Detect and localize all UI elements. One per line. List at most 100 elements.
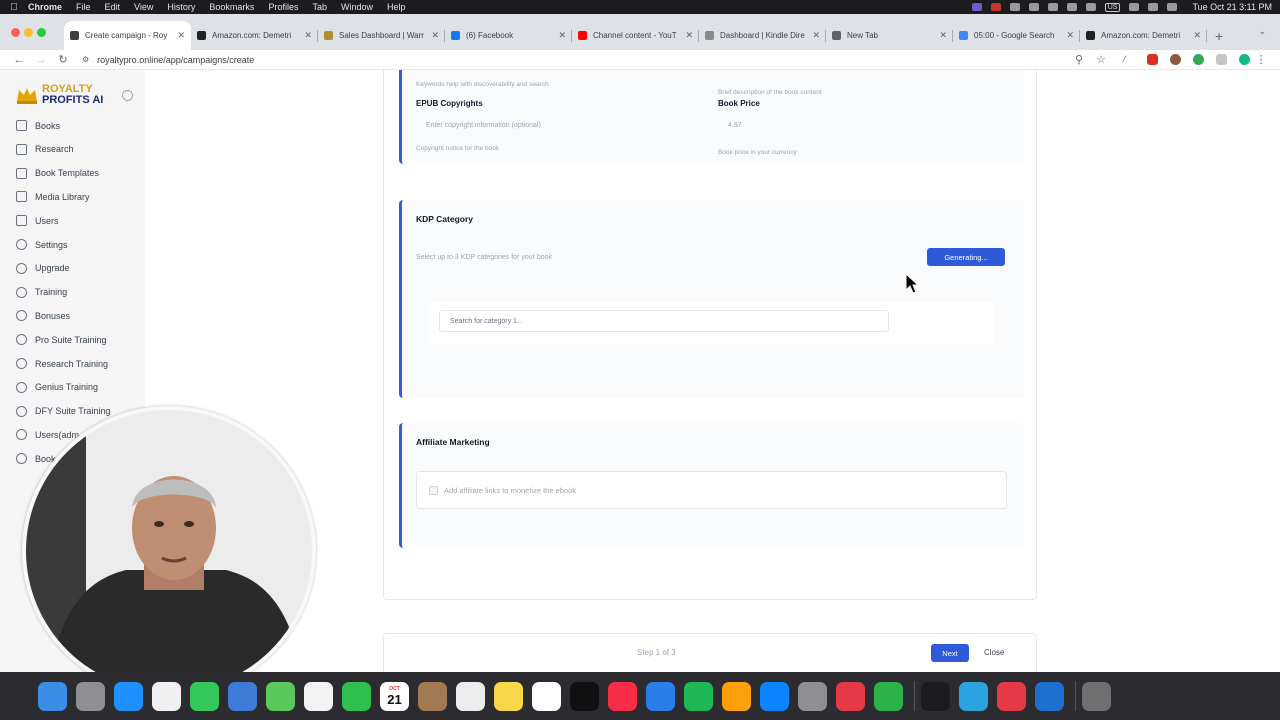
category-search-input[interactable]: Search for category 1...: [439, 310, 889, 332]
camtasia-icon[interactable]: [874, 681, 903, 711]
sidebar-item[interactable]: Research: [16, 143, 141, 155]
sidebar-item-label[interactable]: Pro Suite Training: [35, 335, 107, 345]
sidebar-item-label[interactable]: Research: [35, 144, 74, 154]
menu-app-name[interactable]: Chrome: [28, 2, 62, 12]
royalty-profits-logo[interactable]: ROYALTY PROFITS AI: [16, 84, 103, 106]
close-window-icon[interactable]: [11, 28, 20, 37]
sidebar-item[interactable]: Pro Suite Training: [16, 334, 141, 346]
browser-tab[interactable]: Dashboard | Kindle Dire ✕: [699, 21, 826, 50]
wifi-icon[interactable]: [1085, 3, 1096, 11]
extension-pen-icon[interactable]: ⁄: [1124, 54, 1135, 65]
sidebar-item-label[interactable]: Research Training: [35, 359, 108, 369]
menu-window[interactable]: Window: [341, 2, 373, 12]
tab-search-chevron-icon[interactable]: ⌄: [1258, 26, 1266, 37]
sidebar-item-label[interactable]: Books: [35, 121, 60, 131]
vscode-icon[interactable]: [1035, 681, 1064, 711]
forward-arrow-icon[interactable]: →: [30, 54, 52, 66]
browser-tab[interactable]: Amazon.com: Demetri ✕: [191, 21, 318, 50]
music-icon[interactable]: [608, 681, 637, 711]
sidebar-item-label[interactable]: Upgrade: [35, 263, 70, 273]
tab-title[interactable]: 05:00 - Google Search: [974, 31, 1062, 40]
recorder-icon[interactable]: [997, 681, 1026, 711]
bookmark-star-icon[interactable]: ☆: [1090, 53, 1112, 66]
extension-green-icon[interactable]: [1193, 54, 1204, 65]
affiliate-checkbox[interactable]: [429, 485, 438, 495]
minimize-window-icon[interactable]: [24, 28, 33, 37]
sidebar-item-label[interactable]: Users(adm: [35, 430, 79, 440]
address-bar-url[interactable]: royaltypro.online/app/campaigns/create: [97, 55, 254, 65]
chrome-icon[interactable]: [152, 681, 181, 711]
menu-view[interactable]: View: [134, 2, 153, 12]
sidebar-item[interactable]: Books: [16, 120, 141, 131]
input-source-label[interactable]: US: [1104, 2, 1121, 12]
description-field[interactable]: [718, 70, 1008, 75]
camera-icon[interactable]: [1009, 3, 1020, 11]
sidebar-item-label[interactable]: Genius Training: [35, 382, 98, 392]
parallels-icon[interactable]: [836, 681, 865, 711]
sidebar-item[interactable]: Settings: [16, 239, 141, 250]
sidebar-item-label[interactable]: Users: [35, 216, 59, 226]
chrome-menu-icon[interactable]: ⋮: [1250, 53, 1272, 66]
mail-icon[interactable]: [228, 681, 257, 711]
epub-copyrights-input[interactable]: Enter copyright information (optional): [416, 113, 706, 139]
notes-icon[interactable]: [494, 681, 523, 711]
tab-close-icon[interactable]: ✕: [177, 30, 185, 41]
apple-icon[interactable]: : [8, 2, 20, 13]
zoom-search-icon[interactable]: ⚲: [1068, 53, 1090, 66]
browser-tab[interactable]: Amazon.com: Demetri ✕: [1080, 21, 1207, 50]
recording-icon[interactable]: [990, 3, 1001, 11]
extension-cookie-icon[interactable]: [1170, 54, 1181, 65]
menu-help[interactable]: Help: [387, 2, 406, 12]
next-button[interactable]: Next: [931, 644, 969, 662]
profile-avatar-icon[interactable]: [1239, 54, 1250, 65]
telegram-icon[interactable]: [959, 681, 988, 711]
generate-categories-button[interactable]: Generating...: [927, 248, 1005, 266]
sidebar-item[interactable]: Research Training: [16, 358, 141, 369]
tab-close-icon[interactable]: ✕: [1193, 30, 1201, 41]
appstore-icon[interactable]: [760, 681, 789, 711]
menu-history[interactable]: History: [167, 2, 195, 12]
sidebar-item-label[interactable]: Bonuses: [35, 311, 70, 321]
tab-close-icon[interactable]: ✕: [812, 30, 820, 41]
sidebar-item-label[interactable]: Settings: [35, 240, 68, 250]
browser-tab[interactable]: Sales Dashboard | Warr ✕: [318, 21, 445, 50]
menu-file[interactable]: File: [76, 2, 91, 12]
freeform-icon[interactable]: [532, 681, 561, 711]
back-arrow-icon[interactable]: ←: [8, 54, 30, 66]
tab-title[interactable]: Channel content - YouT: [593, 31, 681, 40]
tab-close-icon[interactable]: ✕: [939, 30, 947, 41]
sidebar-collapse-icon[interactable]: [122, 90, 133, 101]
tab-title[interactable]: Create campaign - Roy: [85, 31, 173, 40]
book-price-input[interactable]: 4.97: [718, 113, 1008, 139]
browser-tab[interactable]: New Tab ✕: [826, 21, 953, 50]
play-icon[interactable]: [1028, 3, 1039, 11]
site-info-icon[interactable]: ⚙: [82, 55, 89, 64]
contacts-icon[interactable]: [418, 681, 447, 711]
tab-close-icon[interactable]: ✕: [1066, 30, 1074, 41]
calendar-icon[interactable]: OCT 21: [380, 681, 409, 711]
moon-icon[interactable]: [1066, 3, 1077, 11]
terminal-icon[interactable]: [921, 681, 950, 711]
facetime-icon[interactable]: [342, 681, 371, 711]
spotlight-icon[interactable]: [1129, 3, 1140, 11]
numbers-icon[interactable]: [684, 681, 713, 711]
tab-close-icon[interactable]: ✕: [304, 30, 312, 41]
reload-icon[interactable]: ↻: [52, 53, 74, 66]
sidebar-item[interactable]: Upgrade: [16, 262, 141, 274]
safari-icon[interactable]: [114, 681, 143, 711]
tab-title[interactable]: Amazon.com: Demetri: [1101, 31, 1189, 40]
finder-icon[interactable]: [38, 681, 67, 711]
tab-title[interactable]: Dashboard | Kindle Dire: [720, 31, 808, 40]
tab-close-icon[interactable]: ✕: [431, 30, 439, 41]
menu-edit[interactable]: Edit: [105, 2, 121, 12]
battery-icon[interactable]: [1047, 3, 1058, 11]
sidebar-item[interactable]: Bonuses: [16, 310, 141, 322]
keywords-field[interactable]: [416, 70, 706, 73]
siri-icon[interactable]: [1167, 3, 1178, 11]
browser-tab[interactable]: (6) Facebook ✕: [445, 21, 572, 50]
tab-title[interactable]: Sales Dashboard | Warr: [339, 31, 427, 40]
sidebar-item-label[interactable]: DFY Suite Training: [35, 406, 110, 416]
new-tab-button[interactable]: +: [1207, 28, 1231, 50]
messages-icon[interactable]: [190, 681, 219, 711]
menu-bookmarks[interactable]: Bookmarks: [209, 2, 254, 12]
